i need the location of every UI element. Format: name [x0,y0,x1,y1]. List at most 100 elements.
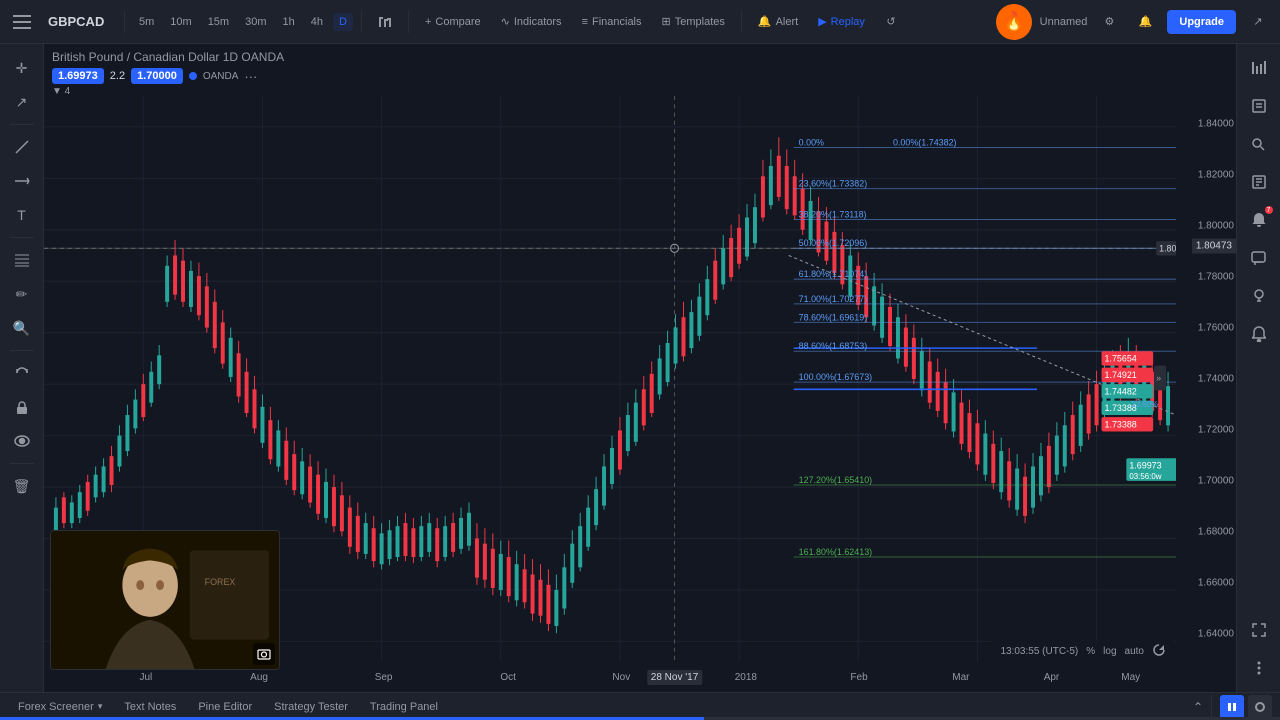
lock-tool[interactable] [6,391,38,423]
tf-10m[interactable]: 10m [164,13,197,31]
horizontal-line-tool[interactable] [6,165,38,197]
notification-side-btn[interactable] [1243,318,1275,350]
lt-separator3 [10,350,34,351]
replay-settings-btn[interactable] [1248,695,1272,719]
menu-icon[interactable] [8,8,36,36]
ideas-btn[interactable] [1243,280,1275,312]
chat-btn[interactable] [1243,242,1275,274]
log-btn[interactable]: log [1103,646,1116,657]
trading-panel-tab[interactable]: Trading Panel [360,697,448,717]
tf-1d[interactable]: D [333,13,353,31]
tf-15m[interactable]: 15m [202,13,235,31]
chart-title: British Pound / Canadian Dollar 1D OANDA [52,50,1228,64]
tf-4h[interactable]: 4h [305,13,329,31]
pause-btn[interactable] [1220,695,1244,719]
price-open-tag: 1.69973 [52,68,104,84]
trend-line-tool[interactable] [6,131,38,163]
alert-btn[interactable]: 🔔 Alert [750,11,806,32]
svg-text:38.20%(1.73118): 38.20%(1.73118) [799,209,867,219]
data-btn[interactable] [1243,166,1275,198]
watchlist-btn[interactable] [1243,90,1275,122]
time-feb: Feb [850,672,867,683]
reset-btn[interactable] [1152,643,1166,660]
tf-1h[interactable]: 1h [277,13,301,31]
forex-screener-arrow: ▾ [98,701,103,712]
share-btn[interactable]: ↗ [1244,8,1272,36]
auto-btn[interactable]: auto [1125,646,1144,657]
chart-type-btn[interactable] [370,11,400,33]
separator3 [408,11,409,33]
compare-label: Compare [435,16,480,28]
strategy-tester-label: Strategy Tester [274,701,348,713]
tradingview-logo: 🔥 [996,4,1032,40]
chart-values: 1.69973 2.2 1.70000 OANDA ··· [52,68,1228,84]
chart-time: 13:03:55 (UTC-5) [1000,646,1078,657]
expand-btn[interactable] [1243,614,1275,646]
alert-side-btn[interactable]: 7 [1243,204,1275,236]
svg-text:0.00%: 0.00% [799,137,824,147]
templates-btn[interactable]: ⊞ Templates [654,11,733,32]
text-notes-label: Text Notes [124,701,176,713]
indicators-btn[interactable]: ∿ Indicators [493,11,570,32]
alert-badge: 7 [1265,206,1273,214]
financials-btn[interactable]: ≡ Financials [574,12,650,32]
tf-5m[interactable]: 5m [133,13,160,31]
webcam-feed: FOREX [51,531,279,669]
brush-tool[interactable]: ✏ [6,278,38,310]
text-notes-tab[interactable]: Text Notes [114,697,186,717]
price-val2: 2.2 [110,70,125,82]
svg-text:127.20%(1.65410): 127.20%(1.65410) [799,475,872,485]
pine-editor-label: Pine Editor [198,701,252,713]
price-168: 1.68000 [1198,526,1234,537]
user-label: Unnamed [1040,16,1088,28]
fib-tool[interactable] [6,244,38,276]
strategy-tester-tab[interactable]: Strategy Tester [264,697,358,717]
svg-text:1.74921: 1.74921 [1105,370,1137,380]
text-tool[interactable]: T [6,199,38,231]
bottom-bar-right: ⌃ [1193,695,1272,719]
financials-label: Financials [592,16,642,28]
delete-tool[interactable]: 🗑 [6,470,38,502]
arrow-tool[interactable]: ↗ [6,86,38,118]
notification-btn[interactable]: 🔔 [1131,8,1159,36]
tf-30m[interactable]: 30m [239,13,272,31]
eye-tool[interactable] [6,425,38,457]
settings-btn[interactable]: ⚙ [1095,8,1123,36]
brand-area: 🔥 Unnamed ⚙ 🔔 Upgrade ↗ [996,4,1272,40]
templates-icon: ⊞ [662,15,671,28]
price-184: 1.84000 [1198,119,1234,130]
svg-text:71.00%(1.70277): 71.00%(1.70277) [799,294,868,304]
undo-btn[interactable]: ↺ [877,8,905,36]
symbol-label[interactable]: GBPCAD [48,14,108,29]
pine-editor-tab[interactable]: Pine Editor [188,697,262,717]
chart-more-btn[interactable]: ··· [244,69,257,84]
pct-btn[interactable]: % [1086,646,1095,657]
search-btn[interactable] [1243,128,1275,160]
collapse-panel-btn[interactable]: ⌃ [1193,700,1203,714]
forex-screener-tab[interactable]: Forex Screener ▾ [8,697,112,717]
time-oct: Oct [500,672,516,683]
top-toolbar: GBPCAD 5m 10m 15m 30m 1h 4h D + Compare … [0,0,1280,44]
replay-controls [1211,695,1272,719]
price-166: 1.66000 [1198,577,1234,588]
alert-label: Alert [776,16,799,28]
svg-text:88.60%(1.68753): 88.60%(1.68753) [799,341,868,351]
forex-screener-label: Forex Screener [18,701,94,713]
webcam-screenshot-btn[interactable] [253,643,275,665]
more-btn[interactable] [1243,652,1275,684]
chart-settings-btn[interactable] [1243,52,1275,84]
zoom-tool[interactable]: 🔍 [6,312,38,344]
crosshair-tool[interactable]: ✛ [6,52,38,84]
svg-text:1.69973: 1.69973 [1129,460,1161,470]
magnet-tool[interactable] [6,357,38,389]
svg-text:23.60%: 23.60% [1131,400,1158,409]
compare-btn[interactable]: + Compare [417,12,489,32]
indicator-row: ▼ 4 [52,86,1228,97]
svg-text:23.60%(1.73382): 23.60%(1.73382) [799,178,868,188]
templates-label: Templates [675,16,725,28]
replay-btn[interactable]: ▶ Replay [810,11,873,32]
upgrade-button[interactable]: Upgrade [1167,10,1236,34]
svg-text:1.73388: 1.73388 [1105,419,1137,429]
bottom-bar: Forex Screener ▾ Text Notes Pine Editor … [0,692,1280,720]
svg-text:1.75654: 1.75654 [1105,353,1137,363]
